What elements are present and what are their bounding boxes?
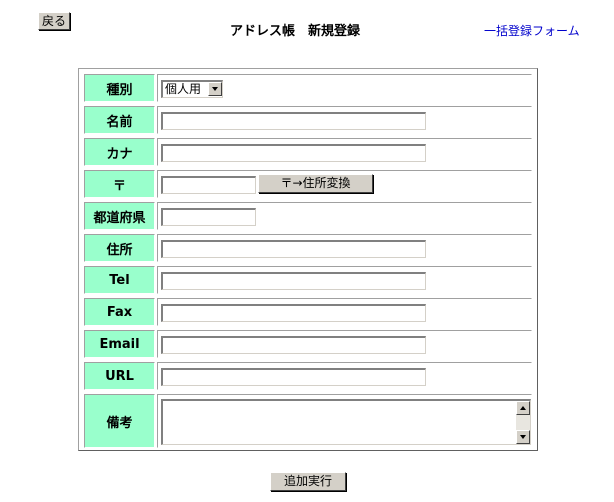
form-row-prefecture: 都道府県 — [82, 200, 534, 232]
prefecture-input[interactable] — [161, 208, 256, 226]
memo-textarea[interactable] — [161, 399, 531, 445]
field-label-zip: 〒 — [84, 170, 155, 198]
field-label-url: URL — [84, 362, 155, 390]
form-row-memo: 備考 — [82, 392, 534, 450]
field-cell-memo — [157, 394, 532, 448]
field-cell-email — [157, 330, 532, 358]
scroll-up-icon[interactable] — [516, 401, 530, 415]
back-button[interactable]: 戻る — [38, 12, 70, 30]
field-cell-name — [157, 106, 532, 134]
url-input[interactable] — [161, 368, 426, 386]
field-label-fax: Fax — [84, 298, 155, 326]
field-cell-prefecture — [157, 202, 532, 230]
kana-input[interactable] — [161, 144, 426, 162]
field-cell-zip: 〒→住所変換 — [157, 170, 532, 198]
submit-add-button[interactable]: 追加実行 — [270, 472, 346, 491]
scrollbar-track[interactable] — [516, 415, 530, 430]
field-label-name: 名前 — [84, 106, 155, 134]
form-row-tel: Tel — [82, 264, 534, 296]
form-row-address: 住所 — [82, 232, 534, 264]
field-label-memo: 備考 — [84, 394, 155, 448]
form-row-name: 名前 — [82, 104, 534, 136]
zip-input[interactable] — [161, 176, 256, 194]
field-cell-url — [157, 362, 532, 390]
form-row-email: Email — [82, 328, 534, 360]
field-label-prefecture: 都道府県 — [84, 202, 155, 230]
field-cell-kana — [157, 138, 532, 166]
field-label-tel: Tel — [84, 266, 155, 294]
category-select-value: 個人用 — [165, 82, 202, 96]
field-label-address: 住所 — [84, 234, 155, 262]
bulk-register-link[interactable]: 一括登録フォーム — [484, 22, 580, 39]
zip-to-address-button[interactable]: 〒→住所変換 — [258, 174, 373, 193]
page-title: アドレス帳 新規登録 — [230, 24, 361, 39]
field-cell-address — [157, 234, 532, 262]
field-label-category: 種別 — [84, 74, 155, 102]
tel-input[interactable] — [161, 272, 426, 290]
name-input[interactable] — [161, 112, 426, 130]
form-row-fax: Fax — [82, 296, 534, 328]
category-select[interactable]: 個人用 — [161, 80, 223, 98]
form-row-url: URL — [82, 360, 534, 392]
email-input[interactable] — [161, 336, 426, 354]
form-row-kana: カナ — [82, 136, 534, 168]
field-label-kana: カナ — [84, 138, 155, 166]
chevron-down-icon[interactable] — [208, 82, 222, 96]
fax-input[interactable] — [161, 304, 426, 322]
field-cell-fax — [157, 298, 532, 326]
address-input[interactable] — [161, 240, 426, 258]
registration-form-table: 種別 個人用 名前 カナ 〒 〒→住所変換 都道府県 住所 Tel Fax Em… — [78, 68, 538, 451]
form-row-zip: 〒 〒→住所変換 — [82, 168, 534, 200]
field-cell-tel — [157, 266, 532, 294]
field-label-email: Email — [84, 330, 155, 358]
scroll-down-icon[interactable] — [516, 430, 530, 444]
form-row-category: 種別 個人用 — [82, 72, 534, 104]
field-cell-category: 個人用 — [157, 74, 532, 102]
